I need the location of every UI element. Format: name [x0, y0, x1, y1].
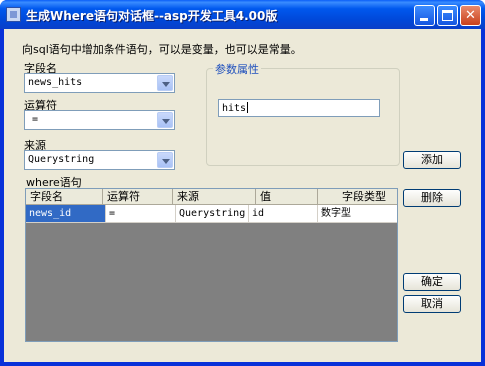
- column-header[interactable]: 字段名: [26, 189, 103, 205]
- column-header[interactable]: 运算符: [103, 189, 173, 205]
- cancel-button[interactable]: 取消: [403, 295, 461, 313]
- close-icon: ✕: [465, 8, 476, 23]
- field-select-value: news_hits: [28, 77, 83, 88]
- add-button[interactable]: 添加: [403, 151, 461, 169]
- maximize-button[interactable]: [437, 5, 458, 26]
- source-select-value: Querystring: [28, 154, 95, 165]
- table-cell[interactable]: news_id: [26, 205, 106, 223]
- param-value-text: hits: [222, 103, 247, 114]
- params-group-title: 参数属性: [213, 61, 261, 77]
- window-title: 生成Where语句对话框--asp开发工具4.00版: [26, 9, 278, 23]
- description-text: 向sql语句中增加条件语句，可以是变量，也可以是常量。: [22, 43, 302, 56]
- param-value-input[interactable]: hits: [218, 99, 380, 117]
- dialog-client-area: 向sql语句中增加条件语句，可以是变量，也可以是常量。 字段名 news_hit…: [4, 29, 481, 362]
- column-header[interactable]: 来源: [173, 189, 256, 205]
- operator-select-value: =: [32, 114, 39, 125]
- operator-select[interactable]: =: [24, 110, 175, 130]
- chevron-down-icon[interactable]: [157, 75, 173, 91]
- ok-button[interactable]: 确定: [403, 273, 461, 291]
- text-caret: [247, 102, 249, 113]
- app-icon: [6, 7, 21, 22]
- dialog-window: 生成Where语句对话框--asp开发工具4.00版 ✕ 向sql语句中增加条件…: [0, 0, 485, 366]
- minimize-button[interactable]: [414, 5, 435, 26]
- close-button[interactable]: ✕: [460, 5, 481, 26]
- table-row[interactable]: news_id = Querystring id 数字型: [26, 205, 397, 223]
- source-select[interactable]: Querystring: [24, 150, 175, 170]
- column-header[interactable]: 值: [256, 189, 318, 205]
- column-header[interactable]: 字段类型: [318, 189, 397, 205]
- chevron-down-icon[interactable]: [157, 112, 173, 128]
- maximize-icon: [442, 10, 453, 21]
- table-cell[interactable]: id: [249, 205, 318, 223]
- title-bar[interactable]: 生成Where语句对话框--asp开发工具4.00版 ✕: [0, 0, 485, 29]
- delete-button[interactable]: 删除: [403, 189, 461, 207]
- where-grid[interactable]: 字段名 运算符 来源 值 字段类型 news_id = Querystring …: [25, 188, 398, 342]
- field-select[interactable]: news_hits: [24, 73, 175, 93]
- table-cell[interactable]: =: [106, 205, 176, 223]
- table-cell[interactable]: Querystring: [176, 205, 249, 223]
- params-groupbox: [206, 68, 400, 166]
- chevron-down-icon[interactable]: [157, 152, 173, 168]
- minimize-icon: [420, 18, 428, 21]
- table-cell[interactable]: 数字型: [318, 205, 397, 223]
